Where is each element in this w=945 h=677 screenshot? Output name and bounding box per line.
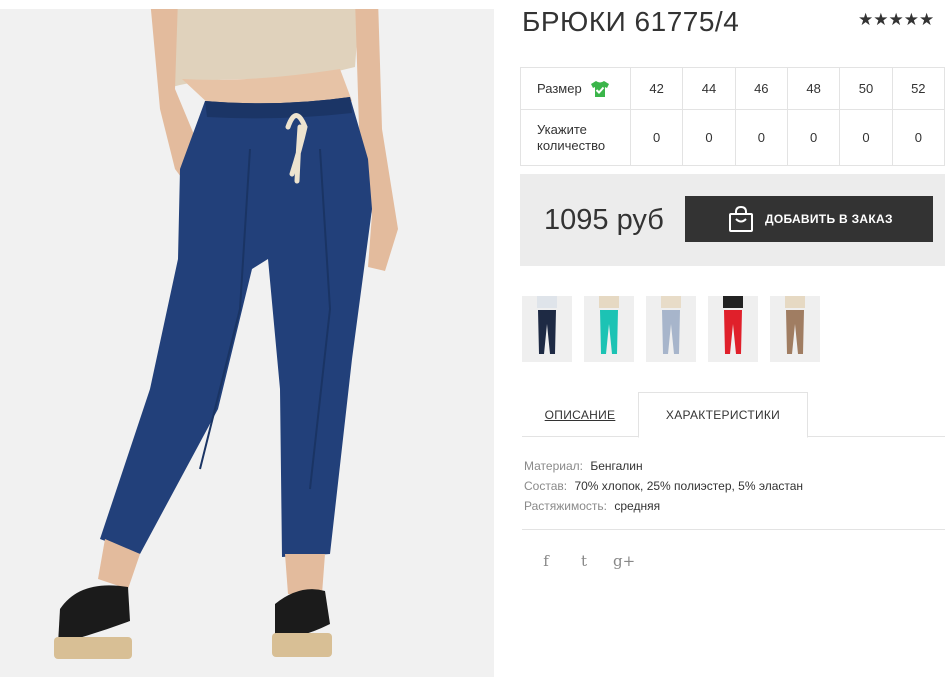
quantity-cell[interactable]: 0 bbox=[891, 109, 945, 166]
size-cell[interactable]: 42 bbox=[629, 67, 684, 110]
size-label: Размер bbox=[537, 80, 582, 96]
rating-stars[interactable]: ★★★★★ bbox=[858, 10, 934, 30]
spec-material: Материал: Бенгалин bbox=[524, 456, 803, 476]
size-row: Размер 42 44 46 48 50 52 bbox=[520, 67, 945, 110]
thumbnail-turquoise[interactable] bbox=[584, 296, 634, 362]
thumbnail-red[interactable] bbox=[708, 296, 758, 362]
tab-description[interactable]: ОПИСАНИЕ bbox=[522, 392, 638, 437]
google-plus-icon[interactable]: g+ bbox=[613, 552, 635, 570]
price-block: 1095 руб ДОБАВИТЬ В ЗАКАЗ bbox=[520, 174, 945, 266]
product-title: БРЮКИ 61775/4 bbox=[522, 6, 740, 37]
color-thumbnails bbox=[522, 296, 820, 362]
thumbnail-light-grey-blue[interactable] bbox=[646, 296, 696, 362]
tab-specifications[interactable]: ХАРАКТЕРИСТИКИ bbox=[638, 392, 808, 438]
tshirt-size-icon[interactable] bbox=[590, 80, 610, 98]
twitter-icon[interactable]: t bbox=[575, 552, 593, 570]
social-share: f t g+ bbox=[537, 552, 635, 570]
quantity-row: Укажите количество 0 0 0 0 0 0 bbox=[520, 109, 945, 166]
product-photo bbox=[0, 9, 494, 677]
thumbnail-dark-navy[interactable] bbox=[522, 296, 572, 362]
specifications: Материал: Бенгалин Состав: 70% хлопок, 2… bbox=[524, 456, 803, 516]
add-to-order-label: ДОБАВИТЬ В ЗАКАЗ bbox=[765, 212, 893, 226]
quantity-cell[interactable]: 0 bbox=[786, 109, 841, 166]
shopping-bag-icon bbox=[727, 205, 755, 233]
spec-composition-key: Состав: bbox=[524, 479, 568, 493]
spec-composition-value: 70% хлопок, 25% полиэстер, 5% эластан bbox=[574, 479, 804, 493]
size-label-cell: Размер bbox=[520, 67, 631, 110]
size-cell[interactable]: 46 bbox=[734, 67, 788, 110]
spec-stretch: Растяжимость: средняя bbox=[524, 496, 803, 516]
size-cell[interactable]: 52 bbox=[891, 67, 945, 110]
quantity-label: Укажите количество bbox=[520, 109, 631, 166]
price: 1095 руб bbox=[544, 204, 664, 236]
size-cell[interactable]: 50 bbox=[839, 67, 893, 110]
quantity-cell[interactable]: 0 bbox=[629, 109, 684, 166]
quantity-cell[interactable]: 0 bbox=[682, 109, 736, 166]
add-to-order-button[interactable]: ДОБАВИТЬ В ЗАКАЗ bbox=[685, 196, 933, 242]
size-cell[interactable]: 48 bbox=[786, 67, 841, 110]
spec-composition: Состав: 70% хлопок, 25% полиэстер, 5% эл… bbox=[524, 476, 803, 496]
spec-material-value: Бенгалин bbox=[590, 459, 643, 473]
spec-stretch-key: Растяжимость: bbox=[524, 499, 608, 513]
size-table: Размер 42 44 46 48 50 52 Укажите количес… bbox=[520, 67, 945, 166]
thumbnail-mocha[interactable] bbox=[770, 296, 820, 362]
facebook-icon[interactable]: f bbox=[537, 552, 555, 570]
divider bbox=[522, 529, 945, 530]
product-tabs: ОПИСАНИЕ ХАРАКТЕРИСТИКИ bbox=[522, 392, 945, 438]
spec-stretch-value: средняя bbox=[614, 499, 661, 513]
spec-material-key: Материал: bbox=[524, 459, 583, 473]
quantity-cell[interactable]: 0 bbox=[734, 109, 788, 166]
size-cell[interactable]: 44 bbox=[682, 67, 736, 110]
quantity-cell[interactable]: 0 bbox=[839, 109, 893, 166]
